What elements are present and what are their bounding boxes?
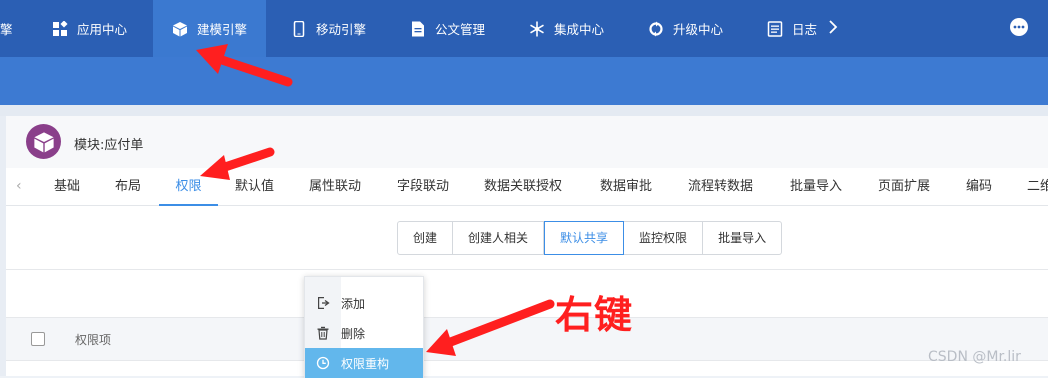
arrow-to-rebuild-permissions	[426, 299, 555, 356]
annotation-label-right-click: 右键	[555, 293, 634, 337]
annotation-arrows	[196, 44, 555, 356]
arrow-to-permissions-tab	[200, 147, 275, 180]
watermark: CSDN @Mr.lir	[928, 349, 1021, 365]
arrow-to-modeling-engine	[196, 44, 293, 87]
